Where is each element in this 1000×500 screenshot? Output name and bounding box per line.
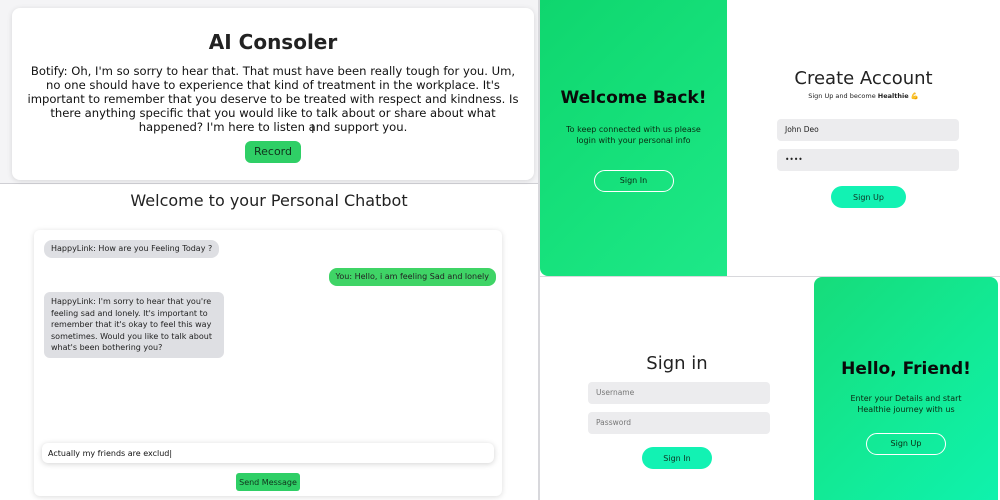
chatbot-section: Welcome to your Personal Chatbot HappyLi…	[0, 185, 538, 500]
password-field[interactable]: Password	[588, 412, 770, 434]
flexed-arm-icon: 💪	[910, 92, 919, 100]
hello-friend-title: Hello, Friend!	[841, 359, 971, 379]
welcome-back-title: Welcome Back!	[560, 88, 707, 108]
ai-consoler-card: AI Consoler Botify: Oh, I'm so sorry to …	[12, 8, 534, 180]
send-message-button[interactable]: Send Message	[236, 473, 300, 491]
sign-in-button[interactable]: Sign In	[642, 447, 712, 469]
password-field[interactable]: ••••	[777, 149, 959, 171]
bot-message: HappyLink: I'm sorry to hear that you're…	[44, 292, 224, 358]
hello-friend-text: Enter your Details and start Healthie jo…	[850, 394, 962, 414]
sign-in-title: Sign in	[646, 353, 708, 374]
hello-friend-panel: Hello, Friend! Enter your Details and st…	[814, 277, 998, 500]
consoler-response-text: Botify: Oh, I'm so sorry to hear that. T…	[27, 64, 519, 134]
chat-window: HappyLink: How are you Feeling Today ? Y…	[34, 230, 502, 496]
sign-in-form: Sign in Username Password Sign In	[540, 277, 814, 500]
bot-message: HappyLink: How are you Feeling Today ?	[44, 240, 220, 258]
ai-consoler-section: AI Consoler Botify: Oh, I'm so sorry to …	[0, 0, 538, 184]
text-cursor-icon: I	[311, 122, 315, 136]
consoler-title: AI Consoler	[208, 30, 338, 54]
welcome-back-panel: Welcome Back! To keep connected with us …	[540, 0, 727, 276]
user-message: You: Hello, i am feeling Sad and lonely	[328, 268, 496, 286]
sign-up-button[interactable]: Sign Up	[831, 186, 906, 208]
username-field[interactable]: Username	[588, 382, 770, 404]
welcome-back-text: To keep connected with us please login w…	[566, 125, 701, 145]
record-button[interactable]: Record	[245, 141, 301, 163]
sign-up-ghost-button[interactable]: Sign Up	[866, 433, 946, 455]
create-account-title: Create Account	[794, 68, 933, 89]
sign-in-ghost-button[interactable]: Sign In	[593, 170, 674, 192]
signin-screen: Sign in Username Password Sign In Hello,…	[540, 276, 1000, 500]
subtitle-prefix: Sign Up and become	[808, 92, 878, 100]
signup-screen: Welcome Back! To keep connected with us …	[540, 0, 1000, 276]
chat-message-input[interactable]	[42, 443, 494, 463]
screenshot-collage: AI Consoler Botify: Oh, I'm so sorry to …	[0, 0, 1000, 500]
create-account-form: Create Account Sign Up and become Health…	[727, 0, 1000, 276]
brand-name: Healthie	[877, 92, 909, 100]
create-account-subtitle: Sign Up and become Healthie 💪	[727, 92, 1000, 100]
name-field[interactable]: John Deo	[777, 119, 959, 141]
chat-page-title: Welcome to your Personal Chatbot	[130, 191, 408, 210]
